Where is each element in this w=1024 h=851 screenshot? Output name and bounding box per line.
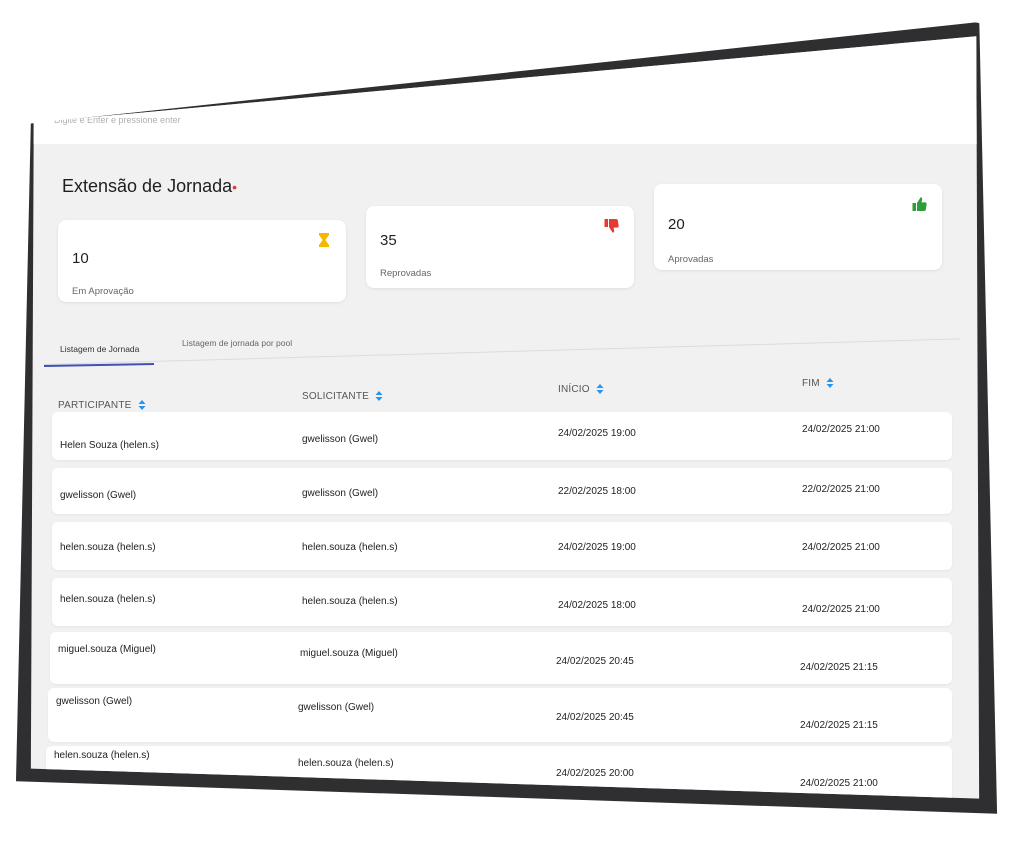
cell-fim: 24/02/2025 21:15 bbox=[800, 720, 878, 731]
table-row[interactable]: gwelisson (Gwel) gwelisson (Gwel) 24/02/… bbox=[48, 688, 952, 742]
cell-participante: gwelisson (Gwel) bbox=[60, 490, 137, 501]
card-reprovadas[interactable]: 35 Reprovadas bbox=[366, 206, 634, 288]
table-row[interactable]: Helen Souza (helen.s) gwelisson (Gwel) 2… bbox=[52, 412, 952, 460]
header-participante[interactable]: PARTICIPANTE bbox=[58, 400, 146, 411]
cell-participante: Helen Souza (helen.s) bbox=[60, 440, 159, 451]
cell-participante: helen.souza (helen.s) bbox=[60, 542, 156, 553]
page-title-text: Extensão de Jornada bbox=[62, 176, 233, 196]
cell-fim: 24/02/2025 21:00 bbox=[802, 604, 880, 615]
card-label: Reprovadas bbox=[380, 268, 432, 279]
cell-inicio: 24/02/2025 20:00 bbox=[556, 768, 634, 779]
cell-participante: helen.souza (helen.s) bbox=[54, 750, 150, 761]
cell-inicio: 22/02/2025 18:00 bbox=[558, 486, 636, 497]
cell-inicio: 24/02/2025 19:00 bbox=[558, 428, 636, 439]
sort-icon bbox=[826, 378, 834, 389]
top-bar bbox=[30, 36, 980, 144]
header-label: PARTICIPANTE bbox=[58, 400, 132, 411]
header-label: INÍCIO bbox=[558, 384, 590, 395]
card-em-aprovacao[interactable]: 10 Em Aprovação bbox=[58, 220, 346, 302]
card-aprovadas[interactable]: 20 Aprovadas bbox=[654, 184, 942, 270]
card-count: 10 bbox=[72, 250, 89, 267]
card-label: Em Aprovação bbox=[72, 286, 134, 297]
cell-inicio: 24/02/2025 19:00 bbox=[558, 542, 636, 553]
cell-participante: helen.souza (helen.s) bbox=[60, 594, 156, 605]
tab-listagem-por-pool[interactable]: Listagem de jornada por pool bbox=[182, 338, 292, 348]
cell-fim: 24/02/2025 21:00 bbox=[800, 778, 878, 789]
cell-inicio: 24/02/2025 18:00 bbox=[558, 600, 636, 611]
cell-participante: gwelisson (Gwel) bbox=[56, 696, 133, 707]
cell-solicitante: miguel.souza (Miguel) bbox=[300, 648, 398, 659]
sort-icon bbox=[138, 400, 146, 411]
table-row[interactable]: helen.souza (helen.s) helen.souza (helen… bbox=[52, 578, 952, 626]
header-solicitante[interactable]: SOLICITANTE bbox=[302, 391, 383, 402]
page-title: Extensão de Jornada• bbox=[62, 176, 237, 197]
cell-solicitante: gwelisson (Gwel) bbox=[302, 434, 379, 445]
cell-inicio: 24/02/2025 20:45 bbox=[556, 712, 634, 723]
cell-fim: 24/02/2025 21:00 bbox=[802, 424, 880, 435]
cell-fim: 22/02/2025 21:00 bbox=[802, 484, 880, 495]
cell-fim: 24/02/2025 21:00 bbox=[802, 542, 880, 553]
sort-icon bbox=[596, 384, 604, 395]
card-count: 35 bbox=[380, 232, 397, 249]
cell-solicitante: helen.souza (helen.s) bbox=[302, 542, 398, 553]
sort-icon bbox=[375, 391, 383, 402]
app-screen: Extensão de Jornada• 10 Em Aprovação 35 … bbox=[30, 36, 980, 799]
cell-solicitante: helen.souza (helen.s) bbox=[298, 758, 394, 769]
thumbs-down-icon bbox=[604, 219, 619, 233]
table-row[interactable]: helen.souza (helen.s) helen.souza (helen… bbox=[52, 522, 952, 570]
cell-inicio: 24/02/2025 20:45 bbox=[556, 656, 634, 667]
tab-listagem-de-jornada[interactable]: Listagem de Jornada bbox=[60, 344, 139, 354]
cell-solicitante: helen.souza (helen.s) bbox=[302, 596, 398, 607]
header-fim[interactable]: FIM bbox=[802, 378, 834, 389]
card-label: Aprovadas bbox=[668, 254, 714, 265]
cell-participante: miguel.souza (Miguel) bbox=[58, 644, 156, 655]
card-count: 20 bbox=[668, 216, 685, 233]
hourglass-icon bbox=[319, 233, 329, 247]
table-row[interactable]: miguel.souza (Miguel) miguel.souza (Migu… bbox=[50, 632, 952, 684]
search-input[interactable] bbox=[52, 111, 356, 129]
header-inicio[interactable]: INÍCIO bbox=[558, 384, 604, 395]
cell-solicitante: gwelisson (Gwel) bbox=[302, 488, 379, 499]
cell-fim: 24/02/2025 21:15 bbox=[800, 662, 878, 673]
thumbs-up-icon bbox=[912, 197, 927, 211]
required-marker: • bbox=[232, 179, 238, 195]
table-row[interactable]: gwelisson (Gwel) gwelisson (Gwel) 22/02/… bbox=[52, 468, 952, 514]
header-label: SOLICITANTE bbox=[302, 391, 370, 402]
header-label: FIM bbox=[802, 378, 820, 389]
cell-solicitante: gwelisson (Gwel) bbox=[298, 702, 375, 713]
